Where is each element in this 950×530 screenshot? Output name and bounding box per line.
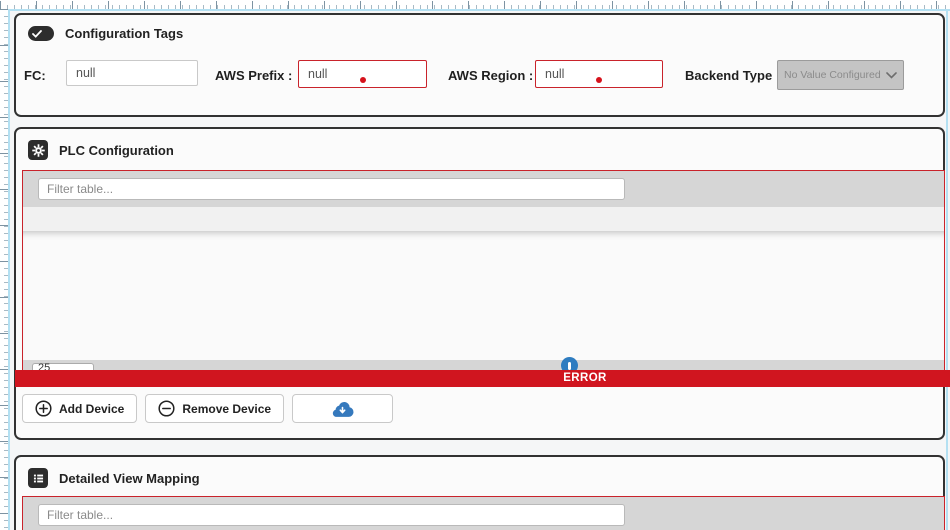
chevron-down-icon	[886, 72, 897, 79]
panel-title: Configuration Tags	[65, 26, 183, 41]
plc-table-filter-bar	[23, 171, 944, 207]
plc-table: 25 rows	[22, 170, 945, 387]
editor-canvas: Configuration Tags FC: AWS Prefix : AWS …	[0, 0, 950, 530]
error-banner-label: ERROR	[563, 372, 607, 384]
add-device-button[interactable]: Add Device	[22, 394, 137, 423]
fc-label: FC:	[24, 68, 46, 83]
cloud-download-icon	[331, 401, 354, 417]
plc-table-header-row	[23, 207, 944, 231]
aws-region-label: AWS Region :	[448, 68, 533, 83]
gear-icon	[28, 140, 48, 160]
plc-table-body	[23, 231, 944, 360]
aws-prefix-input[interactable]	[299, 61, 426, 87]
detailed-view-filter-bar	[23, 497, 944, 530]
configuration-tags-header: Configuration Tags	[28, 26, 183, 41]
validation-dot-icon	[360, 77, 366, 83]
backend-type-select[interactable]: No Value Configured	[777, 60, 904, 90]
detailed-view-table	[22, 496, 945, 530]
circle-plus-icon	[35, 400, 52, 417]
toggle-check-icon	[28, 26, 54, 41]
grid-line	[946, 9, 948, 530]
backend-type-label: Backend Type :	[685, 68, 780, 83]
panel-title: PLC Configuration	[59, 143, 174, 158]
configuration-tags-panel: Configuration Tags FC: AWS Prefix : AWS …	[14, 13, 945, 117]
add-device-label: Add Device	[59, 402, 124, 416]
fc-input[interactable]	[66, 60, 198, 86]
aws-region-field	[535, 60, 663, 88]
detailed-view-mapping-panel: Detailed View Mapping	[14, 455, 945, 530]
detailed-view-mapping-header: Detailed View Mapping	[28, 468, 200, 488]
aws-prefix-field	[298, 60, 427, 88]
remove-device-label: Remove Device	[182, 402, 271, 416]
plc-filter-input[interactable]	[38, 178, 625, 200]
validation-dot-icon	[596, 77, 602, 83]
aws-region-input[interactable]	[536, 61, 662, 87]
aws-prefix-label: AWS Prefix :	[215, 68, 292, 83]
horizontal-ruler	[0, 0, 950, 11]
plc-button-row: Add Device Remove Device	[22, 394, 393, 423]
error-banner: ERROR	[15, 370, 950, 387]
backend-type-value: No Value Configured	[784, 69, 881, 81]
vertical-ruler	[0, 9, 10, 530]
detailed-view-filter-input[interactable]	[38, 504, 625, 526]
cloud-download-button[interactable]	[292, 394, 393, 423]
circle-minus-icon	[158, 400, 175, 417]
remove-device-button[interactable]: Remove Device	[145, 394, 284, 423]
panel-title: Detailed View Mapping	[59, 471, 200, 486]
list-icon	[28, 468, 48, 488]
plc-configuration-header: PLC Configuration	[28, 140, 174, 160]
plc-configuration-panel: PLC Configuration 25 rows Add Dev	[14, 127, 945, 440]
